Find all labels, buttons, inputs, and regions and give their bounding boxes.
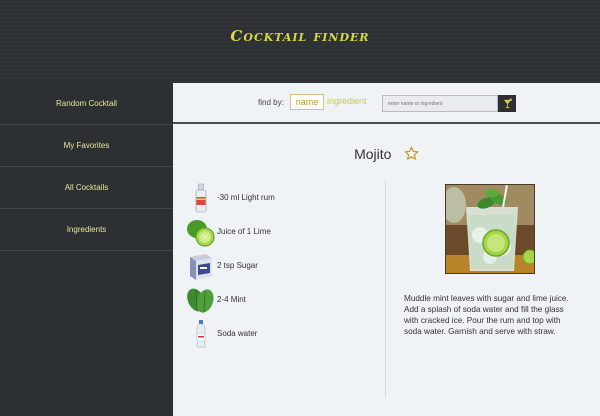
sidebar-item-ingredients[interactable]: Ingredients <box>0 209 173 251</box>
ingredient-text: -30 ml Light rum <box>217 193 275 202</box>
column-divider <box>385 180 386 398</box>
sugar-box-icon <box>190 254 212 280</box>
sidebar-item-all-cocktails[interactable]: All Cocktails <box>0 167 173 209</box>
soda-bottle-icon <box>196 320 206 348</box>
ingredient-item: Juice of 1 Lime <box>186 217 376 247</box>
ingredient-text: 2 tsp Sugar <box>217 261 258 270</box>
cocktail-glass-icon <box>503 98 512 109</box>
sidebar: Random Cocktail My Favorites All Cocktai… <box>0 83 173 416</box>
mojito-image <box>446 185 534 273</box>
ingredient-item: Soda water <box>186 319 376 349</box>
drink-title: Mojito <box>354 145 392 162</box>
drink-instructions: Muddle mint leaves with sugar and lime j… <box>404 294 569 336</box>
ingredient-item: -30 ml Light rum <box>186 183 376 213</box>
search-input[interactable] <box>382 95 498 112</box>
drink-title-row: Mojito <box>173 145 600 163</box>
star-outline-icon[interactable] <box>404 146 419 161</box>
mint-leaves-icon <box>187 288 214 313</box>
find-by-label: find by: <box>258 98 284 107</box>
lime-icon <box>187 220 215 247</box>
ingredient-text: 2-4 Mint <box>217 295 246 304</box>
find-by-name-toggle[interactable]: name <box>290 94 324 110</box>
ingredient-text: Juice of 1 Lime <box>217 227 271 236</box>
app-logo: Cocktail finder <box>230 27 370 45</box>
ingredient-text: Soda water <box>217 329 258 338</box>
sidebar-item-my-favorites[interactable]: My Favorites <box>0 125 173 167</box>
drink-photo <box>445 184 535 274</box>
search-button[interactable] <box>498 95 516 112</box>
sidebar-item-random-cocktail[interactable]: Random Cocktail <box>0 83 173 125</box>
ingredient-item: 2 tsp Sugar <box>186 251 376 281</box>
ingredient-item: 2-4 Mint <box>186 285 376 315</box>
find-by-ingredient-toggle[interactable]: ingredient <box>327 96 367 106</box>
search-bar: find by: name ingredient <box>173 83 600 124</box>
header: Cocktail finder <box>0 0 600 83</box>
main-content: find by: name ingredient Mojito -30 ml L… <box>173 83 600 416</box>
rum-bottle-icon <box>195 183 207 213</box>
